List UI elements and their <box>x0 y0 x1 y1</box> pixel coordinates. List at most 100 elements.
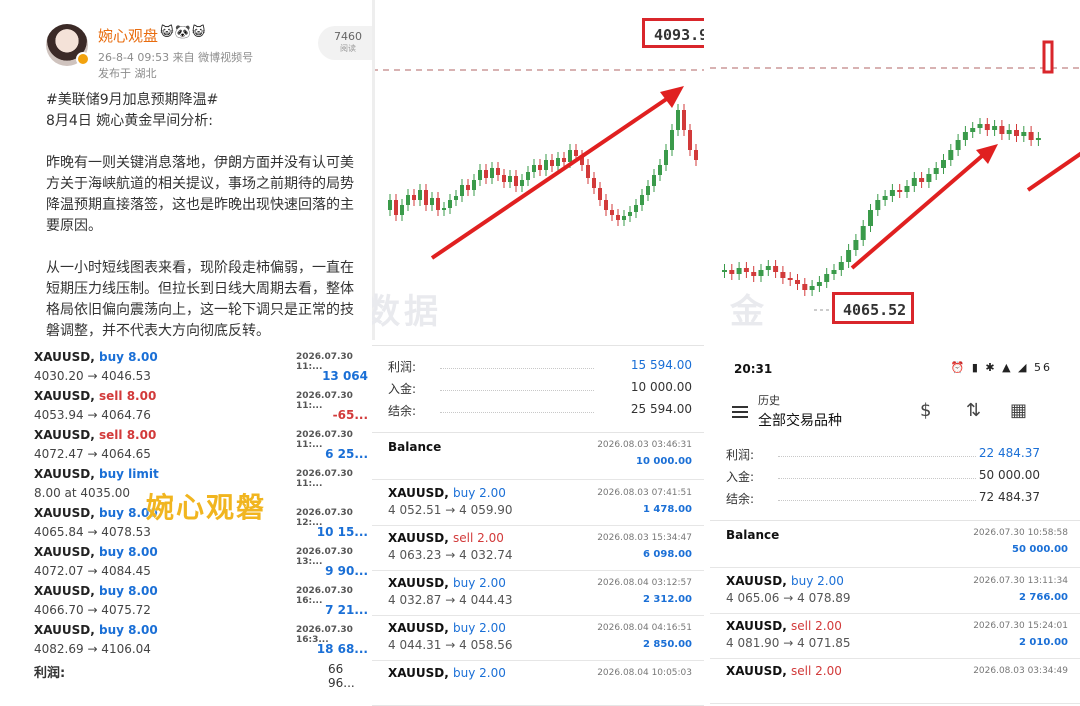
candle-body <box>526 172 530 180</box>
candle-body <box>676 110 680 130</box>
candle-body <box>955 140 961 150</box>
trade-direction: buy limit <box>99 467 159 481</box>
candle-body <box>556 158 560 166</box>
calendar-icon[interactable]: ▦ <box>1010 400 1027 421</box>
divider <box>372 432 704 433</box>
candle-body <box>977 124 983 128</box>
trade-symbol: XAUUSD, buy 8.00 <box>34 584 158 598</box>
candle-body <box>962 132 968 140</box>
deal-direction: sell 2.00 <box>791 619 842 633</box>
author-name[interactable]: 婉心观盘 <box>98 25 158 46</box>
candle-body <box>933 168 939 174</box>
trend-arrow-partial <box>1026 151 1080 192</box>
trend-arrow <box>430 96 670 260</box>
menu-icon[interactable] <box>732 406 748 418</box>
candle-body <box>736 268 742 274</box>
candle-body <box>454 196 458 200</box>
deal-row[interactable]: XAUUSD, buy 2.00 2026.07.30 13:11:34 4 065… <box>710 570 1080 614</box>
candle-body <box>853 240 859 250</box>
candle-body <box>418 190 422 200</box>
candle-body <box>795 280 800 284</box>
deal-symbol: XAUUSD, buy 2.00 <box>388 486 506 500</box>
candle-body <box>824 274 830 282</box>
summary-label: 结余: <box>388 404 417 418</box>
candle-body <box>780 272 786 278</box>
candle-body <box>911 178 917 186</box>
candle-body <box>722 270 727 272</box>
candle-body <box>628 212 632 216</box>
currency-filter-icon[interactable]: $ <box>920 400 931 421</box>
candle-body <box>694 150 698 160</box>
deal-date: 2026.08.03 15:34:47 <box>597 533 692 543</box>
deal-direction: buy 2.00 <box>453 666 506 680</box>
candle-body <box>926 174 932 182</box>
trade-symbol: XAUUSD, buy 8.00 <box>34 545 158 559</box>
deal-row[interactable]: XAUUSD, sell 2.00 2026.07.30 15:24:01 4 08… <box>710 615 1080 659</box>
trade-profit: 7 21... <box>325 603 368 617</box>
candle-body <box>568 150 572 162</box>
balance-row[interactable]: Balance 2026.08.03 03:46:31 10 000.00 <box>372 434 704 480</box>
candle-body <box>919 178 925 182</box>
sort-icon[interactable]: ⇅ <box>966 400 981 421</box>
trade-prices: 4066.70 → 4075.72 <box>34 603 151 617</box>
candle-body <box>496 168 500 175</box>
trade-row[interactable]: XAUUSD, sell 8.00 2026.07.30 11:... 4053.9… <box>34 389 372 428</box>
candle-body <box>652 175 656 186</box>
candle-body <box>860 226 866 240</box>
balance-row[interactable]: Balance 2026.07.30 10:58:58 50 000.00 <box>710 522 1080 568</box>
header-subtitle: 历史 <box>758 394 780 407</box>
candle-body <box>586 165 590 178</box>
trade-row[interactable]: XAUUSD, buy 8.00 2026.07.30 13:... 4072.07… <box>34 545 372 584</box>
candle-body <box>400 205 404 215</box>
trade-row[interactable]: XAUUSD, buy 8.00 2026.07.30 16:... 4066.70… <box>34 584 372 623</box>
deal-row[interactable]: XAUUSD, sell 2.00 2026.08.03 15:34:47 4 06… <box>372 527 704 571</box>
summary-value: 22 484.37 <box>978 446 1040 460</box>
candle-body <box>514 176 518 186</box>
chart-watermark: 数据 <box>372 292 442 332</box>
deal-date: 2026.07.30 15:24:01 <box>973 621 1068 631</box>
candle-body <box>1021 132 1027 136</box>
trade-symbol: XAUUSD, buy limit <box>34 467 159 481</box>
candle-body <box>999 126 1005 134</box>
trade-direction: buy 8.00 <box>99 623 158 637</box>
candle-body <box>682 110 686 130</box>
trade-row[interactable]: XAUUSD, sell 8.00 2026.07.30 11:... 4072.4… <box>34 428 372 467</box>
weibo-post-panel: 婉心观盘 😺🐼😺 26-8-4 09:53 来自 微博视频号 发布于 湖北 74… <box>0 0 372 706</box>
deal-prices: 4 065.06 → 4 078.89 <box>726 591 851 605</box>
summary-label: 利润: <box>726 448 755 462</box>
balance-date: 2026.08.03 03:46:31 <box>597 440 692 450</box>
trade-row[interactable]: XAUUSD, buy 8.00 2026.07.30 16:3... 4082.6… <box>34 623 372 662</box>
deal-direction: sell 2.00 <box>791 664 842 678</box>
candle-body <box>520 180 524 186</box>
candle-body <box>743 268 749 272</box>
candle-body <box>562 158 566 162</box>
candle-body <box>460 185 464 196</box>
deal-row[interactable]: XAUUSD, buy 2.00 2026.08.04 10:05:03 <box>372 662 704 706</box>
candle-body <box>610 210 614 215</box>
leader-dots <box>778 456 976 457</box>
candle-body <box>658 165 662 175</box>
deal-symbol: XAUUSD, sell 2.00 <box>726 664 842 678</box>
deal-row[interactable]: XAUUSD, buy 2.00 2026.08.03 07:41:51 4 052… <box>372 482 704 526</box>
candle-body <box>816 282 822 286</box>
trade-direction: buy 8.00 <box>99 350 158 364</box>
price-tag-low: 4065.52 <box>832 292 914 324</box>
leader-dots <box>440 390 594 391</box>
candle-body <box>882 196 888 200</box>
candle-body <box>846 250 852 262</box>
read-count-badge: 7460 阅读 <box>318 26 372 60</box>
candle-body <box>904 186 910 192</box>
header-title[interactable]: 全部交易品种 <box>758 410 842 430</box>
candle-body <box>838 262 844 270</box>
leader-dots <box>778 478 976 479</box>
candle-body <box>1028 132 1034 140</box>
leader-dots <box>778 500 976 501</box>
trade-profit: -65... <box>332 408 368 422</box>
balance-amount: 50 000.00 <box>1012 544 1068 555</box>
deal-row[interactable]: XAUUSD, buy 2.00 2026.08.04 04:16:51 4 044… <box>372 617 704 661</box>
deal-row[interactable]: XAUUSD, sell 2.00 2026.08.03 03:34:49 <box>710 660 1080 704</box>
balance-date: 2026.07.30 10:58:58 <box>973 528 1068 538</box>
deal-row[interactable]: XAUUSD, buy 2.00 2026.08.04 03:12:57 4 032… <box>372 572 704 616</box>
trade-row[interactable]: XAUUSD, buy 8.00 2026.07.30 11:... 4030.20… <box>34 350 372 389</box>
total-profit-label: 利润: <box>34 666 66 681</box>
